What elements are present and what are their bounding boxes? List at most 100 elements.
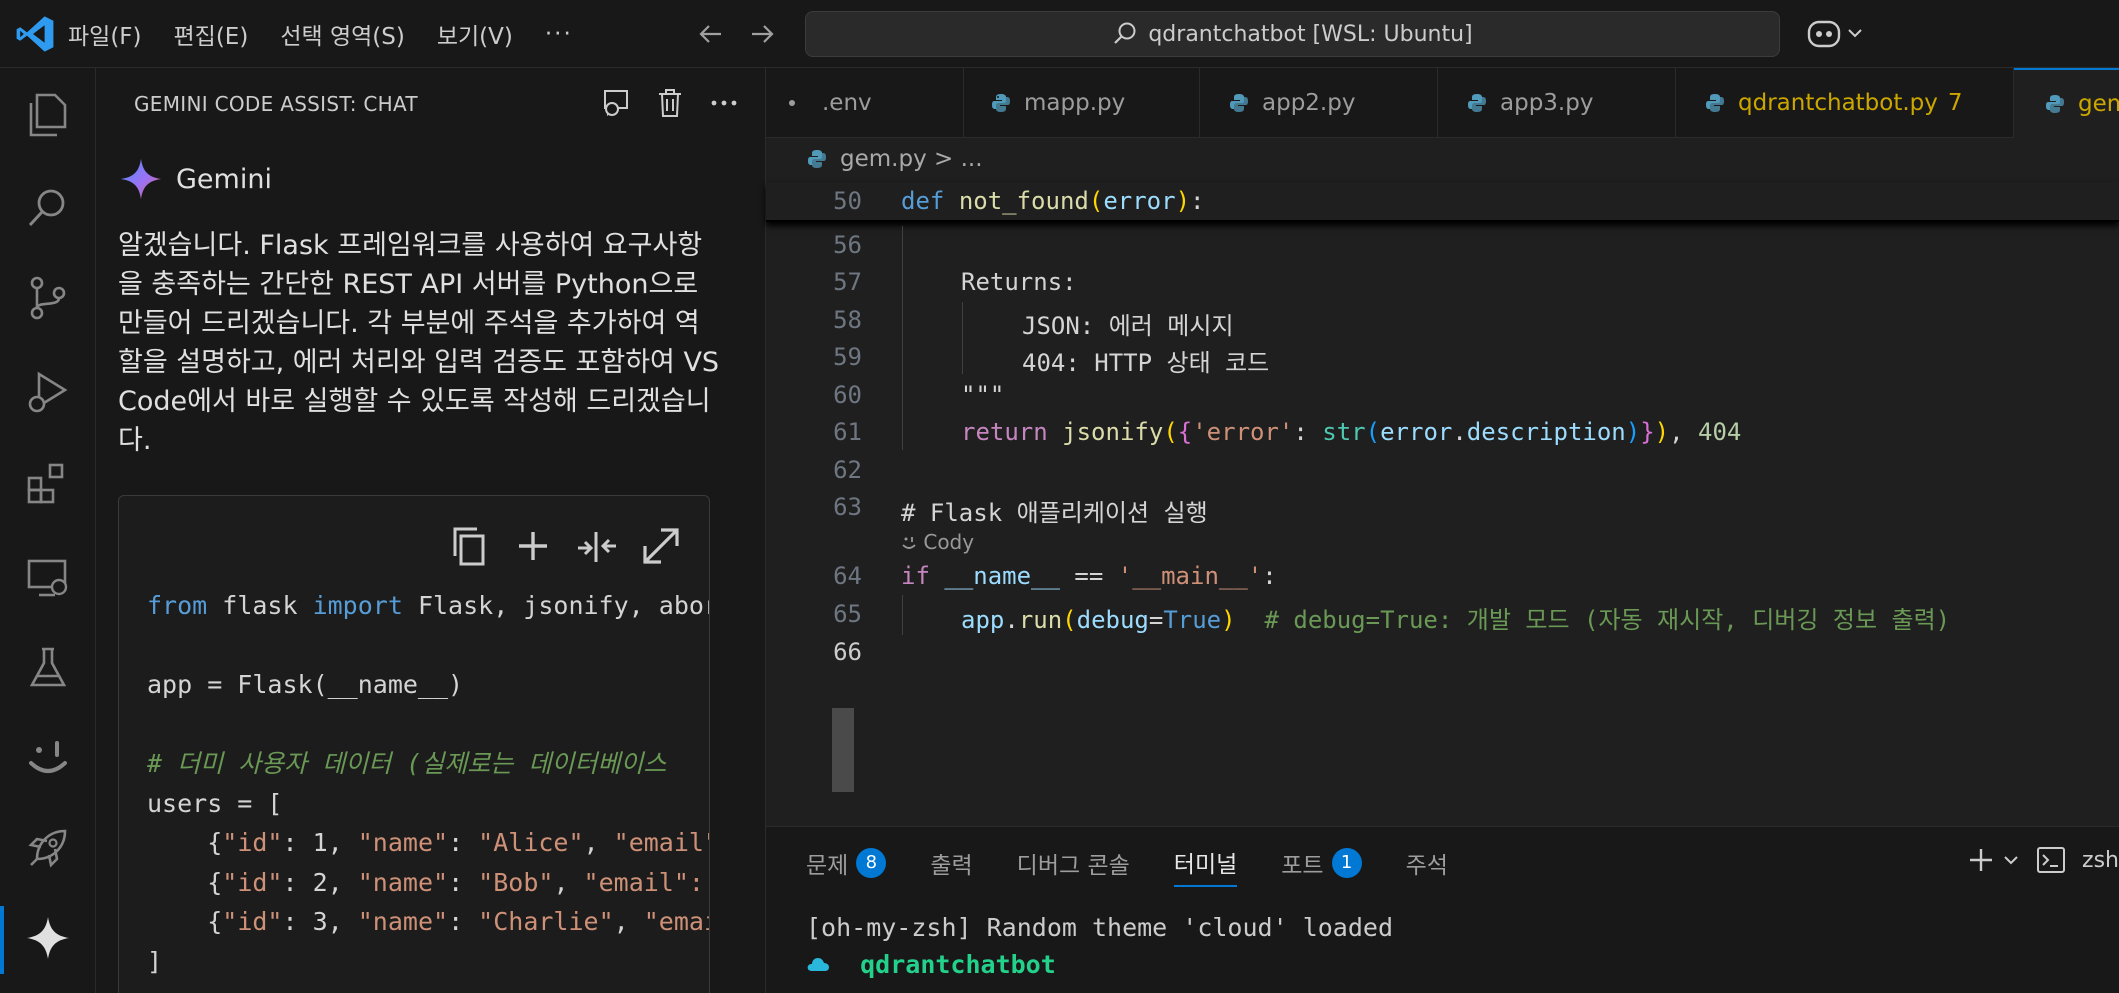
code-line: # Flask 애플리케이션 실행: [901, 499, 1208, 527]
tab-comments[interactable]: 주석: [1406, 846, 1448, 886]
menu-edit[interactable]: 편집(E): [174, 17, 249, 51]
python-file-icon: [808, 150, 826, 168]
explorer-button[interactable]: [0, 74, 96, 154]
code-token: ): [1221, 606, 1236, 634]
terminal-output[interactable]: [oh-my-zsh] Random theme 'cloud' loaded …: [806, 909, 1393, 983]
code-token: .: [1452, 418, 1467, 446]
line-number: 64: [833, 562, 862, 590]
line-number: 50: [833, 187, 862, 215]
code-token: :: [448, 867, 479, 897]
line-number: 56: [833, 231, 862, 259]
code-token: not_found: [958, 187, 1089, 215]
tab-app3-py[interactable]: app3.py: [1438, 68, 1676, 138]
rocket-icon: [28, 829, 67, 868]
code-token: : "bo: [688, 867, 704, 897]
code-line: def not_found(error):: [901, 187, 1204, 215]
code-token: '__main__': [1117, 562, 1263, 590]
code-token: app: [961, 606, 1005, 634]
code-token: run: [1018, 606, 1063, 634]
code-token: "Charlie": [478, 907, 614, 936]
insert-plus-icon[interactable]: [511, 524, 555, 568]
code-token: if: [901, 562, 930, 590]
tab-problems[interactable]: 문제 8: [806, 846, 887, 886]
code-token: {: [1177, 418, 1193, 446]
menu-view[interactable]: 보기(V): [437, 17, 513, 51]
extensions-button[interactable]: [0, 443, 96, 523]
code-token: ,: [613, 907, 644, 936]
line-number: 57: [833, 268, 862, 296]
chat-history-icon[interactable]: [599, 86, 633, 120]
chevron-down-icon[interactable]: [2002, 851, 2020, 869]
indent-guide: [962, 302, 963, 374]
code-token: :: [1293, 418, 1323, 446]
gemini-message-header: Gemini: [118, 156, 272, 202]
terminal-icon[interactable]: [2036, 845, 2066, 875]
code-token: "email": [643, 907, 709, 936]
codelens-cody[interactable]: Cody: [901, 530, 974, 554]
forward-arrow-icon[interactable]: [746, 18, 778, 50]
tab-ports[interactable]: 포트 1: [1281, 846, 1362, 886]
menu-selection[interactable]: 선택 영역(S): [280, 17, 405, 51]
search-icon: [28, 189, 65, 227]
tab-mapp-py[interactable]: mapp.py: [964, 68, 1200, 138]
source-control-button[interactable]: [0, 258, 96, 338]
code-token: "email": [583, 867, 689, 897]
deploy-button[interactable]: [0, 808, 96, 888]
code-line: {"id": 1, "name": "Alice", "email": ": [147, 823, 709, 863]
diff-merge-icon[interactable]: [575, 524, 619, 568]
terminal-shell-label[interactable]: zsh: [2082, 848, 2119, 873]
code-line: {"id": 3, "name": "Charlie", "email":: [147, 902, 709, 942]
settings-file-icon: [789, 100, 795, 106]
gemini-sparkle-icon: [27, 917, 69, 959]
remote-explorer-button[interactable]: [0, 538, 96, 618]
code-token: ): [1654, 418, 1670, 446]
tab-debug-console[interactable]: 디버그 콘솔: [1017, 846, 1130, 886]
panel-scrollbar-thumb[interactable]: [832, 708, 854, 792]
code-token: from: [147, 591, 208, 620]
tab-app2-py[interactable]: app2.py: [1200, 68, 1438, 138]
copy-icon[interactable]: [447, 524, 491, 568]
menu-file[interactable]: 파일(F): [68, 17, 142, 51]
new-terminal-plus-icon[interactable]: [1966, 845, 1996, 875]
gemini-logo-icon: [120, 158, 162, 200]
testing-button[interactable]: [0, 628, 96, 708]
more-actions-icon[interactable]: [707, 86, 741, 120]
breadcrumb: gem.py > ...: [806, 146, 983, 172]
code-token: (: [1088, 187, 1104, 215]
expand-icon[interactable]: [639, 524, 683, 568]
tab-env[interactable]: .env: [766, 68, 964, 138]
tab-label: qdrantchatbot.py: [1738, 90, 1938, 116]
problems-badge: 8: [856, 848, 887, 878]
cody-button[interactable]: [0, 718, 96, 798]
code-token: 'error': [1192, 418, 1294, 446]
code-line: app.run(debug=True) # debug=True: 개발 모드 …: [961, 600, 1950, 635]
code-token: __name__: [944, 562, 1060, 590]
code-token: "id": [222, 907, 283, 936]
run-debug-button[interactable]: [0, 353, 96, 433]
command-center-search[interactable]: qdrantchatbot [WSL: Ubuntu]: [805, 11, 1780, 57]
breadcrumb-file[interactable]: gem.py: [840, 146, 927, 172]
tab-qdrantchatbot-py[interactable]: qdrantchatbot.py 7: [1676, 68, 2014, 138]
trash-icon[interactable]: [653, 86, 687, 120]
code-token: "name": [357, 828, 449, 857]
search-icon: [1114, 22, 1136, 44]
tab-terminal[interactable]: 터미널: [1173, 845, 1238, 887]
line-number: 61: [833, 418, 862, 446]
code-line: # 더미 사용자 데이터 (실제로는 데이터베이스: [147, 749, 667, 778]
tab-gem-py[interactable]: gem: [2014, 68, 2119, 138]
copilot-icon[interactable]: [1805, 16, 1865, 52]
search-view-button[interactable]: [0, 168, 96, 248]
menu-more[interactable]: ···: [545, 21, 573, 47]
code-line: """: [961, 381, 1005, 409]
code-token: # debug=True: 개발 모드 (자동 재시작, 디버깅 정보 출력): [1264, 606, 1951, 634]
code-card-toolbar: [447, 524, 683, 568]
panel-tabs: 문제 8 출력 디버그 콘솔 터미널 포트 1 주석: [806, 845, 1492, 887]
python-file-icon: [2046, 95, 2064, 113]
indent-guide: [902, 226, 903, 450]
breadcrumb-symbol[interactable]: ...: [961, 146, 983, 172]
gemini-button[interactable]: [0, 898, 96, 978]
back-arrow-icon[interactable]: [695, 18, 727, 50]
tab-output[interactable]: 출력: [930, 846, 972, 886]
vscode-logo-icon[interactable]: [14, 14, 56, 54]
